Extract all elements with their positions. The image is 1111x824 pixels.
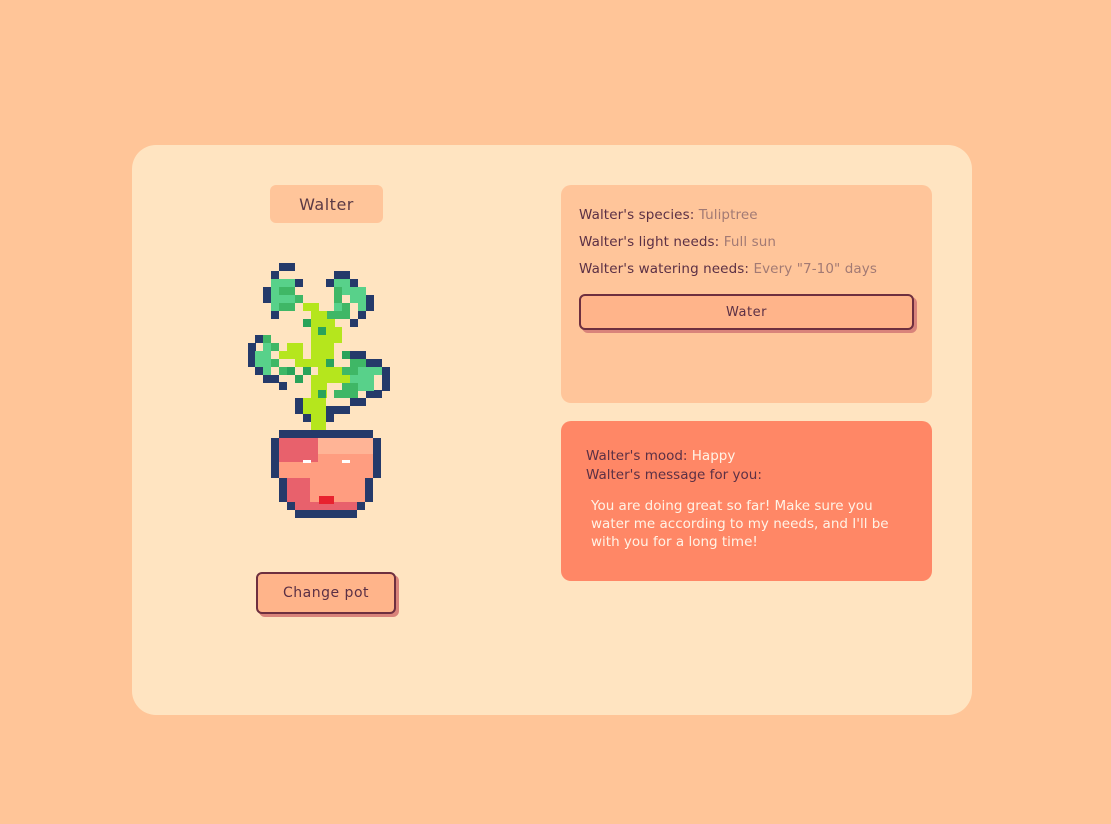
light-needs-label: Walter's light needs: — [579, 234, 720, 250]
light-needs-value: Full sun — [723, 234, 777, 250]
species-label: Walter's species: — [579, 207, 695, 223]
light-needs-row: Walter's light needs: Full sun — [579, 234, 776, 250]
message-label: Walter's message for you: — [586, 467, 762, 483]
plant-mood-panel: Walter's mood: Happy Walter's message fo… — [561, 421, 932, 581]
mood-row: Walter's mood: Happy — [586, 448, 735, 464]
species-value: Tuliptree — [698, 207, 758, 223]
watering-needs-value: Every "7-10" days — [753, 261, 878, 277]
mood-value: Happy — [691, 448, 736, 464]
watering-needs-label: Walter's watering needs: — [579, 261, 750, 277]
water-button-label: Water — [726, 304, 767, 320]
mood-label: Walter's mood: — [586, 448, 688, 464]
plant-name-badge: Walter — [270, 185, 383, 223]
plant-name: Walter — [299, 194, 354, 214]
plant-info-panel: Walter's species: Tuliptree Walter's lig… — [561, 185, 932, 403]
watering-needs-row: Walter's watering needs: Every "7-10" da… — [579, 261, 877, 277]
water-button[interactable]: Water — [579, 294, 914, 330]
plant-message: You are doing great so far! Make sure yo… — [591, 498, 889, 550]
species-row: Walter's species: Tuliptree — [579, 207, 758, 223]
plant-card: Walter Change pot Walter's species: Tuli… — [132, 145, 972, 715]
change-pot-label: Change pot — [283, 585, 369, 601]
pixel-plant-in-pot-icon — [248, 263, 390, 518]
change-pot-button[interactable]: Change pot — [256, 572, 396, 614]
